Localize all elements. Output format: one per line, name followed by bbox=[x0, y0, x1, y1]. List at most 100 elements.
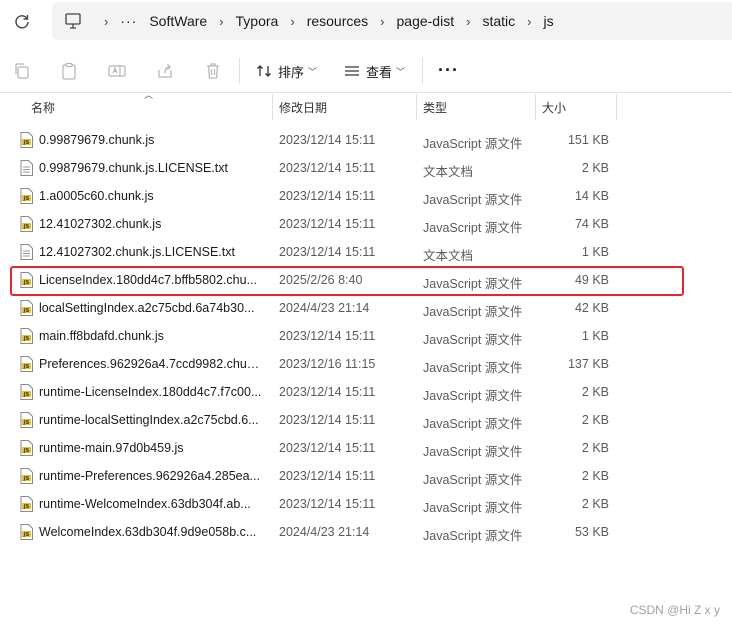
file-size: 1 KB bbox=[581, 329, 609, 343]
file-name: runtime-main.97d0b459.js bbox=[39, 441, 184, 455]
file-row[interactable]: JS localSettingIndex.a2c75cbd.6a74b30... 2… bbox=[0, 294, 732, 322]
computer-icon[interactable] bbox=[64, 12, 82, 30]
column-divider[interactable] bbox=[416, 94, 417, 120]
breadcrumb-item-resources[interactable]: resources bbox=[307, 13, 368, 29]
file-modified-date: 2023/12/14 15:11 bbox=[279, 497, 376, 511]
file-type: JavaScript 源文件 bbox=[423, 193, 523, 207]
file-modified-date: 2023/12/14 15:11 bbox=[279, 413, 376, 427]
file-type: JavaScript 源文件 bbox=[423, 361, 523, 375]
js-file-icon: JS bbox=[20, 524, 33, 540]
file-row[interactable]: JS WelcomeIndex.63db304f.9d9e058b.c... 202… bbox=[0, 518, 732, 546]
file-name: 1.a0005c60.chunk.js bbox=[39, 189, 154, 203]
file-size: 1 KB bbox=[581, 245, 609, 259]
js-file-icon: JS bbox=[20, 496, 33, 512]
sort-button[interactable]: 排序 ﹀ bbox=[256, 59, 317, 83]
file-size: 2 KB bbox=[581, 497, 609, 511]
column-header-size[interactable]: 大小 bbox=[542, 94, 566, 120]
column-divider[interactable] bbox=[535, 94, 536, 120]
sort-ascending-icon: ︿ bbox=[144, 90, 154, 100]
file-row[interactable]: JS runtime-localSettingIndex.a2c75cbd.6..… bbox=[0, 406, 732, 434]
file-row[interactable]: JS main.ff8bdafd.chunk.js 2023/12/14 15:11… bbox=[0, 322, 732, 350]
breadcrumb-item-typora[interactable]: Typora bbox=[236, 13, 279, 29]
sort-label: 排序 bbox=[278, 64, 305, 80]
file-type: 文本文档 bbox=[423, 249, 474, 263]
paste-icon[interactable] bbox=[59, 61, 79, 81]
file-name: 12.41027302.chunk.js bbox=[39, 217, 162, 231]
watermark: CSDN @Hi Z x y bbox=[629, 603, 720, 617]
file-name: WelcomeIndex.63db304f.9d9e058b.c... bbox=[39, 525, 257, 539]
file-row[interactable]: JS 12.41027302.chunk.js 2023/12/14 15:11 Ja… bbox=[0, 210, 732, 238]
chevron-down-icon: ﹀ bbox=[308, 66, 318, 77]
file-modified-date: 2023/12/14 15:11 bbox=[279, 133, 376, 147]
file-type: JavaScript 源文件 bbox=[423, 333, 523, 347]
file-size: 14 KB bbox=[574, 189, 609, 203]
copy-icon[interactable] bbox=[12, 61, 32, 81]
file-row[interactable]: JS runtime-Preferences.962926a4.285ea... 2… bbox=[0, 462, 732, 490]
file-modified-date: 2023/12/14 15:11 bbox=[279, 161, 376, 175]
file-row[interactable]: 0.99879679.chunk.js.LICENSE.txt 2023/12/1… bbox=[0, 154, 732, 182]
file-name: 0.99879679.chunk.js bbox=[39, 133, 155, 147]
breadcrumb-item-js[interactable]: js bbox=[543, 13, 553, 29]
breadcrumb-item-static[interactable]: static bbox=[482, 13, 515, 29]
file-size: 2 KB bbox=[581, 161, 609, 175]
address-bar[interactable]: › ··· SoftWare › Typora › resources › pa… bbox=[52, 2, 732, 40]
text-file-icon bbox=[20, 160, 33, 176]
file-type: JavaScript 源文件 bbox=[423, 137, 523, 151]
js-file-icon: JS bbox=[20, 412, 33, 428]
js-file-icon: JS bbox=[20, 216, 33, 232]
chevron-right-icon[interactable]: › bbox=[278, 14, 306, 29]
svg-text:JS: JS bbox=[23, 140, 30, 146]
file-modified-date: 2023/12/14 15:11 bbox=[279, 245, 376, 259]
file-row[interactable]: 12.41027302.chunk.js.LICENSE.txt 2023/12/… bbox=[0, 238, 732, 266]
column-header-type[interactable]: 类型 bbox=[423, 94, 447, 120]
sort-icon bbox=[257, 65, 271, 77]
js-file-icon: JS bbox=[20, 356, 33, 372]
breadcrumb-item-software[interactable]: SoftWare bbox=[149, 13, 207, 29]
column-divider[interactable] bbox=[272, 94, 273, 120]
breadcrumb-item-page-dist[interactable]: page-dist bbox=[397, 13, 455, 29]
file-name: main.ff8bdafd.chunk.js bbox=[39, 329, 164, 343]
file-type: JavaScript 源文件 bbox=[423, 389, 523, 403]
more-options-button[interactable]: ··· bbox=[438, 60, 459, 81]
file-row[interactable]: JS Preferences.962926a4.7ccd9982.chun... 2… bbox=[0, 350, 732, 378]
file-modified-date: 2023/12/14 15:11 bbox=[279, 189, 376, 203]
file-type: JavaScript 源文件 bbox=[423, 305, 523, 319]
file-size: 2 KB bbox=[581, 385, 609, 399]
toolbar-divider bbox=[239, 58, 240, 84]
chevron-right-icon[interactable]: › bbox=[207, 14, 235, 29]
view-button[interactable]: 查看 ﹀ bbox=[344, 59, 405, 83]
file-name: localSettingIndex.a2c75cbd.6a74b30... bbox=[39, 301, 255, 315]
chevron-right-icon[interactable]: › bbox=[368, 14, 396, 29]
chevron-right-icon[interactable]: › bbox=[454, 14, 482, 29]
column-header-name[interactable]: 名称 bbox=[31, 94, 55, 120]
chevron-right-icon[interactable]: › bbox=[515, 14, 543, 29]
file-modified-date: 2023/12/14 15:11 bbox=[279, 329, 376, 343]
breadcrumb-overflow[interactable]: ··· bbox=[120, 13, 149, 29]
file-size: 2 KB bbox=[581, 469, 609, 483]
file-row[interactable]: JS runtime-WelcomeIndex.63db304f.ab... 202… bbox=[0, 490, 732, 518]
chevron-down-icon: ﹀ bbox=[396, 66, 406, 77]
file-row[interactable]: JS 0.99879679.chunk.js 2023/12/14 15:11 Jav… bbox=[0, 126, 732, 154]
file-row[interactable]: JS 1.a0005c60.chunk.js 2023/12/14 15:11 Jav… bbox=[0, 182, 732, 210]
file-name: runtime-Preferences.962926a4.285ea... bbox=[39, 469, 260, 483]
file-type: JavaScript 源文件 bbox=[423, 221, 523, 235]
column-header-modified[interactable]: 修改日期 bbox=[279, 94, 327, 120]
svg-text:JS: JS bbox=[23, 308, 30, 314]
js-file-icon: JS bbox=[20, 328, 33, 344]
file-row[interactable]: JS runtime-LicenseIndex.180dd4c7.f7c00...… bbox=[0, 378, 732, 406]
breadcrumb: › ··· SoftWare › Typora › resources › pa… bbox=[92, 2, 554, 40]
file-name: runtime-WelcomeIndex.63db304f.ab... bbox=[39, 497, 251, 511]
share-icon[interactable] bbox=[155, 61, 175, 81]
column-divider[interactable] bbox=[616, 94, 617, 120]
rename-icon[interactable] bbox=[107, 61, 127, 81]
refresh-icon[interactable] bbox=[12, 12, 32, 32]
delete-icon[interactable] bbox=[203, 61, 223, 81]
file-row[interactable]: JS runtime-main.97d0b459.js 2023/12/14 15:… bbox=[0, 434, 732, 462]
file-type: JavaScript 源文件 bbox=[423, 529, 523, 543]
view-icon bbox=[345, 66, 359, 76]
file-modified-date: 2023/12/14 15:11 bbox=[279, 469, 376, 483]
svg-text:JS: JS bbox=[23, 420, 30, 426]
file-modified-date: 2024/4/23 21:14 bbox=[279, 525, 370, 539]
js-file-icon: JS bbox=[20, 384, 33, 400]
file-type: JavaScript 源文件 bbox=[423, 445, 523, 459]
